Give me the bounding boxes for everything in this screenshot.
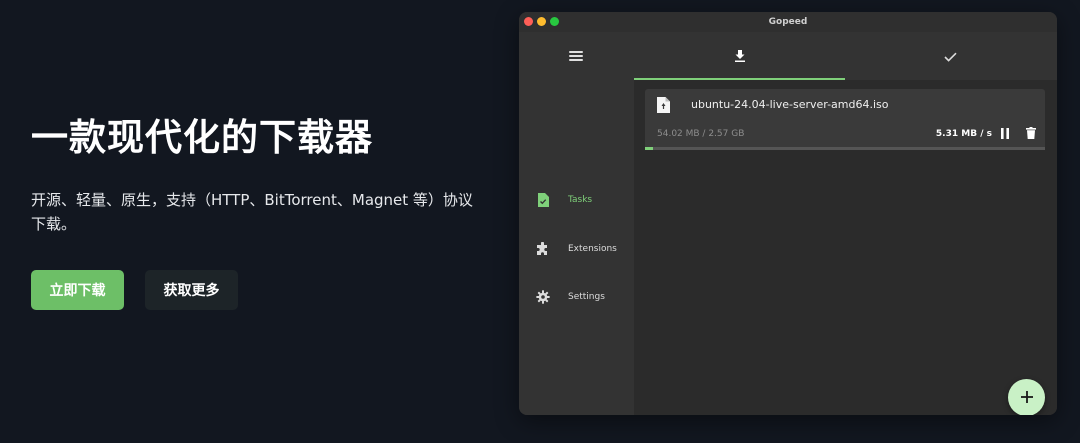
tab-bar (634, 32, 1057, 80)
title-bar: Gopeed (519, 12, 1057, 32)
window-title: Gopeed (768, 17, 808, 27)
maximize-window-button[interactable] (550, 17, 559, 26)
trash-icon (1026, 127, 1036, 139)
task-file-icon (535, 192, 551, 208)
download-now-button[interactable]: 立即下载 (31, 270, 124, 310)
sidebar-item-label: Settings (568, 292, 605, 302)
pause-icon (1001, 127, 1009, 139)
sidebar-item-settings[interactable]: Settings (535, 285, 631, 309)
add-task-button[interactable] (1008, 379, 1045, 415)
get-more-button[interactable]: 获取更多 (145, 270, 238, 310)
minimize-window-button[interactable] (537, 17, 546, 26)
task-size-progress: 54.02 MB / 2.57 GB (657, 129, 745, 139)
task-file-name: ubuntu-24.04-live-server-amd64.iso (691, 98, 889, 111)
tab-downloading[interactable] (634, 32, 845, 80)
hero-description: 开源、轻量、原生，支持（HTTP、BitTorrent、Magnet 等）协议下… (31, 191, 473, 233)
sidebar-item-label: Tasks (568, 195, 593, 205)
active-tab-indicator (634, 78, 845, 80)
sidebar-item-extensions[interactable]: Extensions (535, 237, 631, 261)
task-card[interactable]: ubuntu-24.04-live-server-amd64.iso 54.02… (645, 89, 1045, 150)
sidebar-item-label: Extensions (568, 244, 617, 254)
sidebar-item-tasks[interactable]: Tasks (535, 188, 631, 212)
hero-section: 一款现代化的下载器 开源、轻量、原生，支持（HTTP、BitTorrent、Ma… (31, 110, 501, 310)
menu-icon[interactable] (569, 51, 583, 61)
progress-fill (645, 147, 654, 150)
delete-button[interactable] (1023, 125, 1039, 141)
tab-completed[interactable] (845, 32, 1056, 80)
puzzle-icon (535, 241, 551, 257)
download-icon (734, 47, 746, 66)
window-controls (524, 17, 559, 26)
hero-title: 一款现代化的下载器 (31, 116, 373, 159)
progress-bar (645, 147, 1045, 150)
hero-actions: 立即下载 获取更多 (31, 270, 238, 310)
task-speed: 5.31 MB / s (935, 129, 992, 139)
sidebar: Tasks Extensions Settings (519, 32, 634, 415)
pause-button[interactable] (997, 125, 1013, 141)
gear-icon (535, 289, 551, 305)
app-window: Gopeed Tasks Extensions Settings ubuntu-… (519, 12, 1057, 415)
close-window-button[interactable] (524, 17, 533, 26)
plus-icon (1020, 388, 1033, 407)
file-icon (657, 97, 670, 117)
main-panel: ubuntu-24.04-live-server-amd64.iso 54.02… (634, 32, 1057, 415)
check-icon (944, 47, 957, 66)
